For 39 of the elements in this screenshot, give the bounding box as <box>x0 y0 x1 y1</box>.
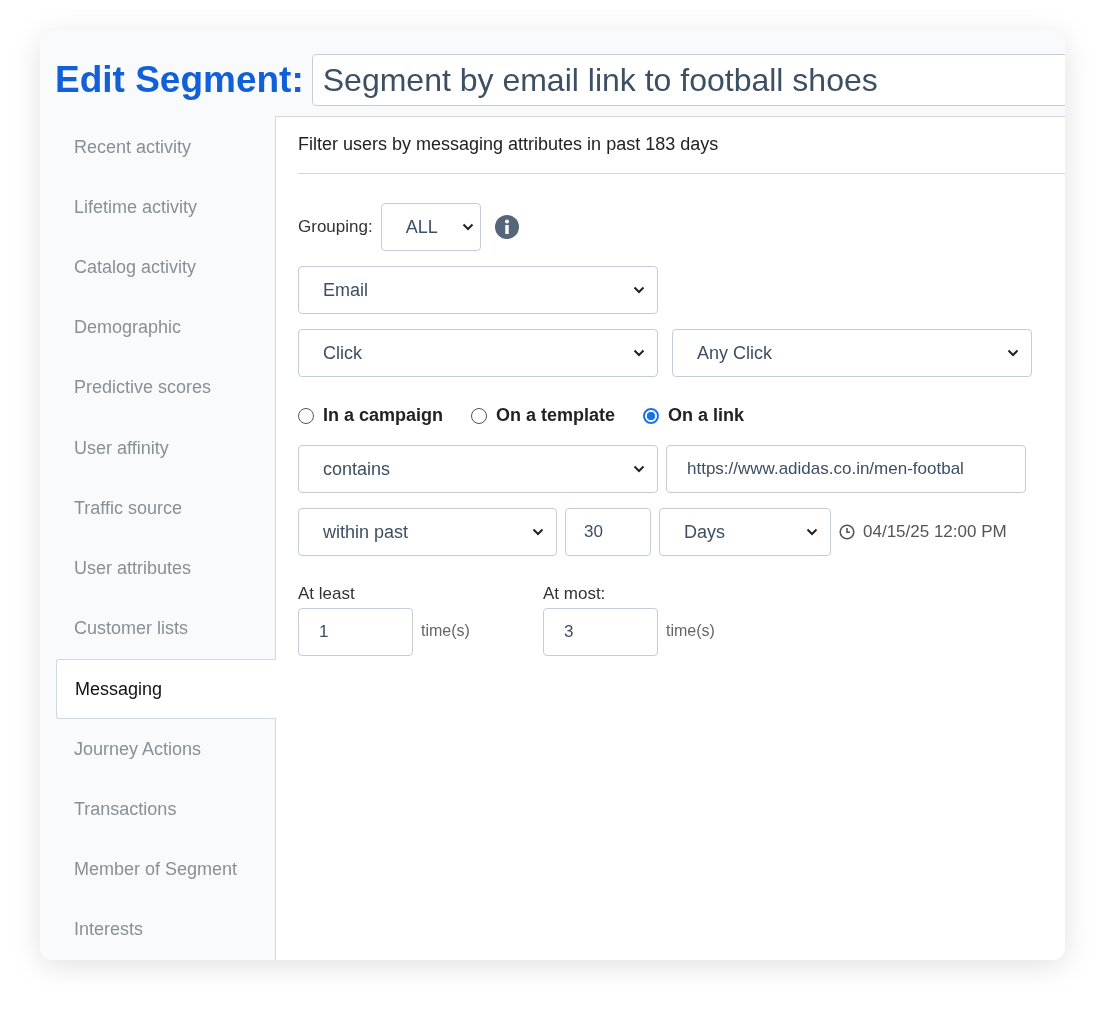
chevron-down-icon <box>633 286 645 294</box>
event-type-select[interactable]: Any Click <box>672 329 1032 377</box>
target-radio[interactable]: In a campaign <box>298 405 444 426</box>
count-field[interactable]: 1 <box>298 608 413 656</box>
radio-button[interactable] <box>298 407 314 424</box>
operator-select[interactable]: contains <box>298 445 658 493</box>
chevron-down-icon <box>1007 349 1019 357</box>
event-select[interactable]: Click <box>298 329 658 377</box>
chevron-down-icon <box>806 528 818 536</box>
unit-label: time(s) <box>421 622 470 640</box>
radio-button[interactable] <box>643 407 660 424</box>
chevron-down-icon <box>532 528 544 536</box>
count-label: At least <box>298 584 356 604</box>
channel-select[interactable]: Email <box>298 266 658 314</box>
grouping-select[interactable]: ALL <box>380 203 481 251</box>
count-field[interactable]: 3 <box>543 608 658 656</box>
time-operator-select[interactable]: within past <box>298 508 557 556</box>
radio-label: On a link <box>668 405 745 426</box>
amount-field[interactable]: 30 <box>565 508 651 556</box>
grouping-label: Grouping: <box>298 217 373 237</box>
timestamp: 04/15/25 12:00 PM <box>863 522 1007 542</box>
chevron-down-icon <box>633 349 645 357</box>
target-radio[interactable]: On a template <box>471 405 616 426</box>
chevron-down-icon <box>633 465 645 473</box>
link-field[interactable]: https://www.adidas.co.in/men-footbal <box>666 445 1026 493</box>
panel-heading: Filter users by messaging attributes in past 183 days <box>298 117 1065 174</box>
radio-label: In a campaign <box>323 405 444 426</box>
page-title: Edit Segment: <box>55 59 304 101</box>
clock-icon <box>839 524 855 540</box>
sidebar-item[interactable]: Messaging <box>56 658 276 720</box>
chevron-down-icon <box>461 223 474 231</box>
radio-button[interactable] <box>471 407 488 424</box>
unit-select[interactable]: Days <box>659 508 831 556</box>
segment-name-field[interactable]: Segment by email link to football shoes <box>311 54 1065 106</box>
info-icon[interactable] <box>494 215 519 239</box>
unit-label: time(s) <box>666 622 715 640</box>
target-radio[interactable]: On a link <box>643 405 745 426</box>
count-label: At most: <box>543 584 607 604</box>
radio-label: On a template <box>496 405 616 426</box>
